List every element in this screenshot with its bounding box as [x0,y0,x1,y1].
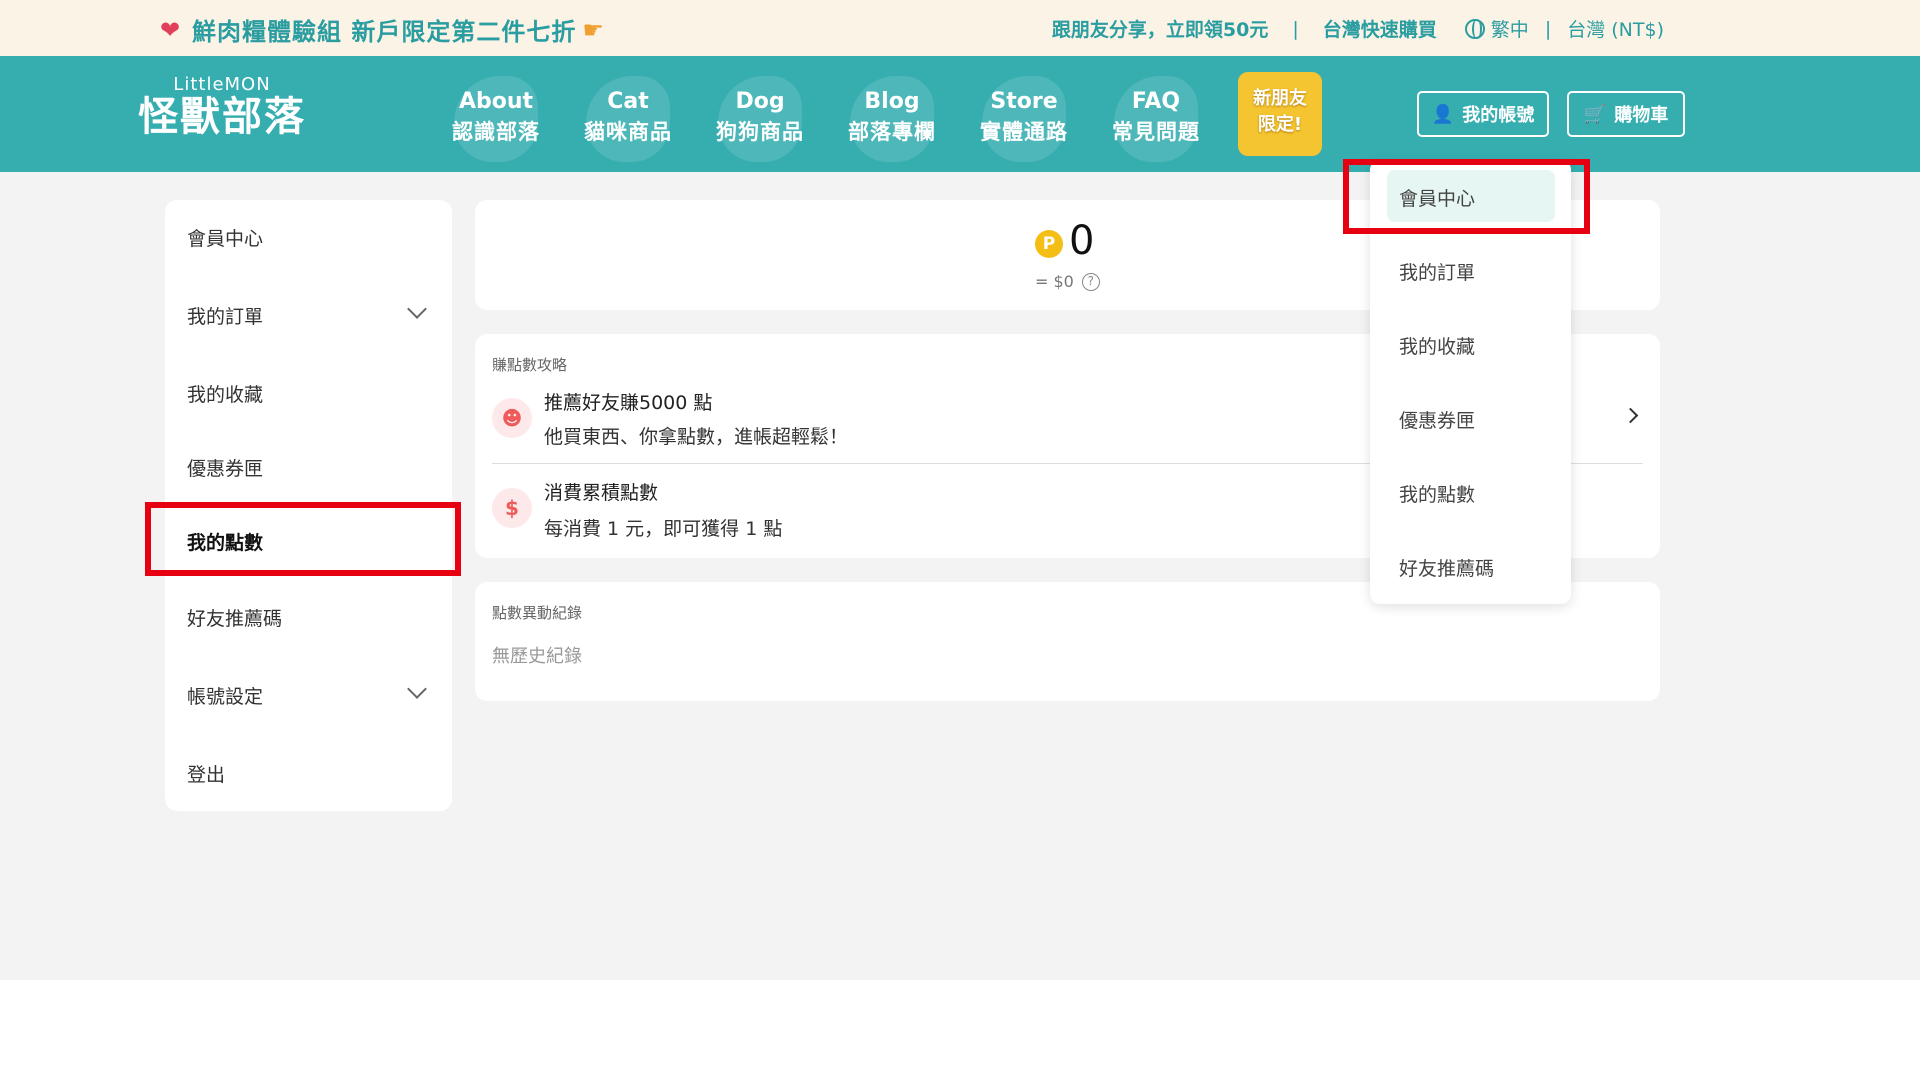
chat-icon: ☻ [492,398,532,438]
region-label[interactable]: 台灣 (NT$) [1567,15,1664,42]
cart-icon: 🛒 [1583,103,1607,125]
spending-row-sub: 每消費 1 元，即可獲得 1 點 [544,518,783,540]
sidebar-item-coupons[interactable]: 優惠券匣 [187,454,263,481]
dropdown-item-referral[interactable]: 好友推薦碼 [1399,554,1494,581]
sidebar-item-orders[interactable]: 我的訂單 [187,302,263,329]
referral-row-sub: 他買東西、你拿點數，進帳超輕鬆！ [544,426,849,448]
main-nav: About 認識部落 Cat 貓咪商品 Dog 狗狗商品 Blog 部落專欄 S… [430,56,1222,172]
card-title: 賺點數攻略 [492,356,568,374]
nav-dog[interactable]: Dog 狗狗商品 [694,56,826,172]
nav-label-en: Store [990,89,1058,114]
promo-bar: ❤ 鮮肉糧體驗組 新戶限定第二件七折 ☛ 跟朋友分享，立即領50元 | 台灣快速… [0,0,1920,56]
dropdown-item-points[interactable]: 我的點數 [1399,480,1475,507]
site-logo[interactable]: LittleMON 怪獸部落 [138,74,306,139]
nav-label-en: Dog [735,89,785,114]
logo-big-text: 怪獸部落 [138,94,306,140]
card-title: 點數異動紀錄 [492,604,583,622]
nav-label-en: Cat [607,89,649,114]
language-label: 繁中 [1490,19,1529,41]
nav-blog[interactable]: Blog 部落專欄 [826,56,958,172]
site-header: LittleMON 怪獸部落 About 認識部落 Cat 貓咪商品 Dog 狗… [0,56,1920,172]
language-selector[interactable]: 繁中 | 台灣 (NT$) [1464,15,1664,42]
fast-buy-link[interactable]: 台灣快速購買 [1323,15,1437,42]
pointing-hand-icon: ☛ [582,15,604,44]
chevron-down-icon[interactable] [407,299,427,319]
nav-about[interactable]: About 認識部落 [430,56,562,172]
account-button[interactable]: 👤 我的帳號 [1417,91,1549,137]
main-content: 會員中心 我的訂單 我的收藏 優惠券匣 我的點數 好友推薦碼 帳號設定 登出 P… [0,172,1920,980]
nav-cat[interactable]: Cat 貓咪商品 [562,56,694,172]
globe-icon [1464,18,1485,39]
dropdown-item-orders[interactable]: 我的訂單 [1399,258,1475,285]
highlight-box-dropdown-member-center [1343,159,1590,234]
dropdown-item-favorites[interactable]: 我的收藏 [1399,332,1475,359]
dropdown-item-coupons[interactable]: 優惠券匣 [1399,406,1475,433]
page-bottom [0,980,1920,1080]
sidebar-item-account-settings[interactable]: 帳號設定 [187,682,263,709]
cart-label: 購物車 [1614,105,1669,126]
nav-label-zh: 實體通路 [980,120,1068,144]
chevron-down-icon[interactable] [407,679,427,699]
account-label: 我的帳號 [1462,105,1535,126]
sidebar-item-favorites[interactable]: 我的收藏 [187,380,263,407]
nav-label-zh: 狗狗商品 [716,120,804,144]
promo-right-links: 跟朋友分享，立即領50元 | 台灣快速購買 繁中 | 台灣 (NT$) [1052,15,1664,42]
sidebar-item-logout[interactable]: 登出 [187,760,225,787]
points-money-equivalent: = $0 ? [1035,272,1100,291]
nav-label-zh: 部落專欄 [848,120,936,144]
cart-button[interactable]: 🛒 購物車 [1567,91,1685,137]
new-friend-line1: 新朋友 [1253,88,1307,109]
dollar-icon: $ [492,488,532,528]
help-icon[interactable]: ? [1081,272,1100,291]
chevron-right-icon[interactable] [1622,407,1639,424]
highlight-box-sidebar-points [145,502,461,576]
share-link[interactable]: 跟朋友分享，立即領50元 [1052,15,1268,42]
nav-label-en: Blog [864,89,920,114]
sidebar-item-member-center[interactable]: 會員中心 [187,224,263,251]
points-value: 0 [1069,218,1095,264]
divider: | [1544,17,1552,40]
nav-label-zh: 認識部落 [452,120,540,144]
sidebar-item-referral[interactable]: 好友推薦碼 [187,604,282,631]
points-money-text: = $0 [1035,272,1074,291]
nav-label-en: About [458,89,534,114]
nav-label-zh: 貓咪商品 [584,120,672,144]
points-coin-icon: P [1035,230,1063,258]
nav-label-en: FAQ [1131,89,1181,114]
referral-row-title[interactable]: 推薦好友賺5000 點 [544,388,712,415]
promo-text[interactable]: 鮮肉糧體驗組 新戶限定第二件七折 [192,12,576,47]
nav-label-zh: 常見問題 [1112,120,1200,144]
nav-faq[interactable]: FAQ 常見問題 [1090,56,1222,172]
nav-store[interactable]: Store 實體通路 [958,56,1090,172]
user-icon: 👤 [1431,103,1455,125]
new-friend-line2: 限定! [1257,114,1303,135]
spending-row-title: 消費累積點數 [544,482,659,504]
logo-small-text: LittleMON [173,74,271,95]
empty-history-text: 無歷史紀錄 [492,646,582,667]
promo-banner[interactable]: ❤ 鮮肉糧體驗組 新戶限定第二件七折 ☛ [160,12,604,47]
new-friend-badge[interactable]: 新朋友 限定! [1238,72,1322,156]
heart-icon: ❤ [160,15,181,44]
divider: | [1292,17,1299,40]
